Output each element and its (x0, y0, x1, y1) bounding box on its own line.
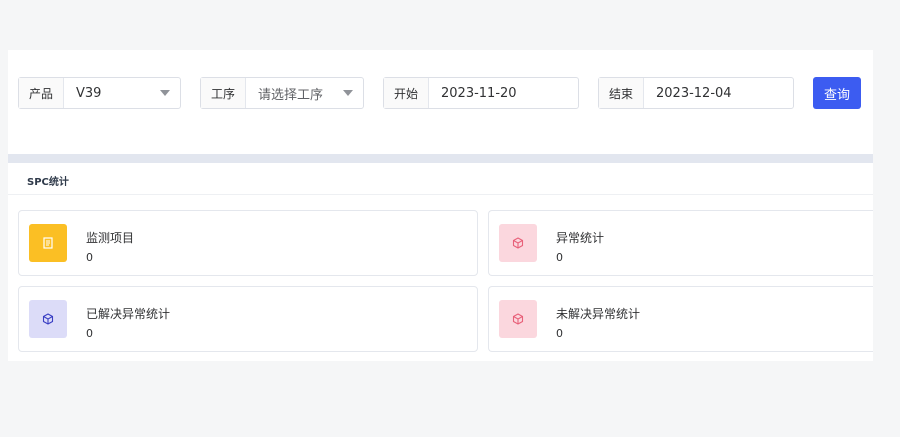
stat-title: 异常统计 (556, 231, 605, 245)
document-icon (43, 237, 53, 249)
start-date-label: 开始 (384, 78, 430, 108)
stat-icon-box (29, 300, 67, 338)
cube-icon (512, 237, 524, 249)
process-label: 工序 (201, 78, 247, 108)
end-date-label: 结束 (599, 78, 645, 108)
product-label: 产品 (19, 78, 65, 108)
spc-stats-panel: SPC统计 监测项目 0 异常统计 0 已解决异常统计 0 未解决异常统计 0 (8, 163, 873, 361)
stat-card-exceptions[interactable]: 异常统计 0 (488, 210, 873, 276)
chevron-down-icon (343, 90, 353, 96)
stat-icon-box (499, 300, 537, 338)
end-date-value: 2023-12-04 (656, 85, 732, 101)
stat-title: 监测项目 (86, 231, 135, 245)
stat-title: 已解决异常统计 (86, 307, 171, 321)
start-date-value: 2023-11-20 (441, 85, 517, 101)
stat-count: 0 (86, 251, 93, 264)
cube-icon (512, 313, 524, 325)
product-value: V39 (76, 85, 102, 101)
section-title: SPC统计 (27, 177, 69, 188)
product-select[interactable]: 产品 V39 (18, 77, 181, 109)
end-date-field[interactable]: 结束 2023-12-04 (598, 77, 794, 109)
stat-icon-box (29, 224, 67, 262)
filter-panel: 产品 V39 工序 请选择工序 开始 2023-11-20 结束 2023-12… (8, 50, 873, 154)
stat-card-monitoring-items[interactable]: 监测项目 0 (18, 210, 478, 276)
stat-title: 未解决异常统计 (556, 307, 641, 321)
process-select[interactable]: 工序 请选择工序 (200, 77, 364, 109)
chevron-down-icon (160, 90, 170, 96)
section-divider (8, 154, 873, 163)
stat-count: 0 (556, 327, 563, 340)
stat-card-resolved-exceptions[interactable]: 已解决异常统计 0 (18, 286, 478, 352)
stat-card-unresolved-exceptions[interactable]: 未解决异常统计 0 (488, 286, 873, 352)
query-button[interactable]: 查询 (813, 77, 861, 109)
section-underline (8, 194, 873, 195)
cube-icon (42, 313, 54, 325)
start-date-field[interactable]: 开始 2023-11-20 (383, 77, 579, 109)
stat-count: 0 (556, 251, 563, 264)
stat-count: 0 (86, 327, 93, 340)
stat-icon-box (499, 224, 537, 262)
process-placeholder: 请选择工序 (258, 87, 324, 103)
